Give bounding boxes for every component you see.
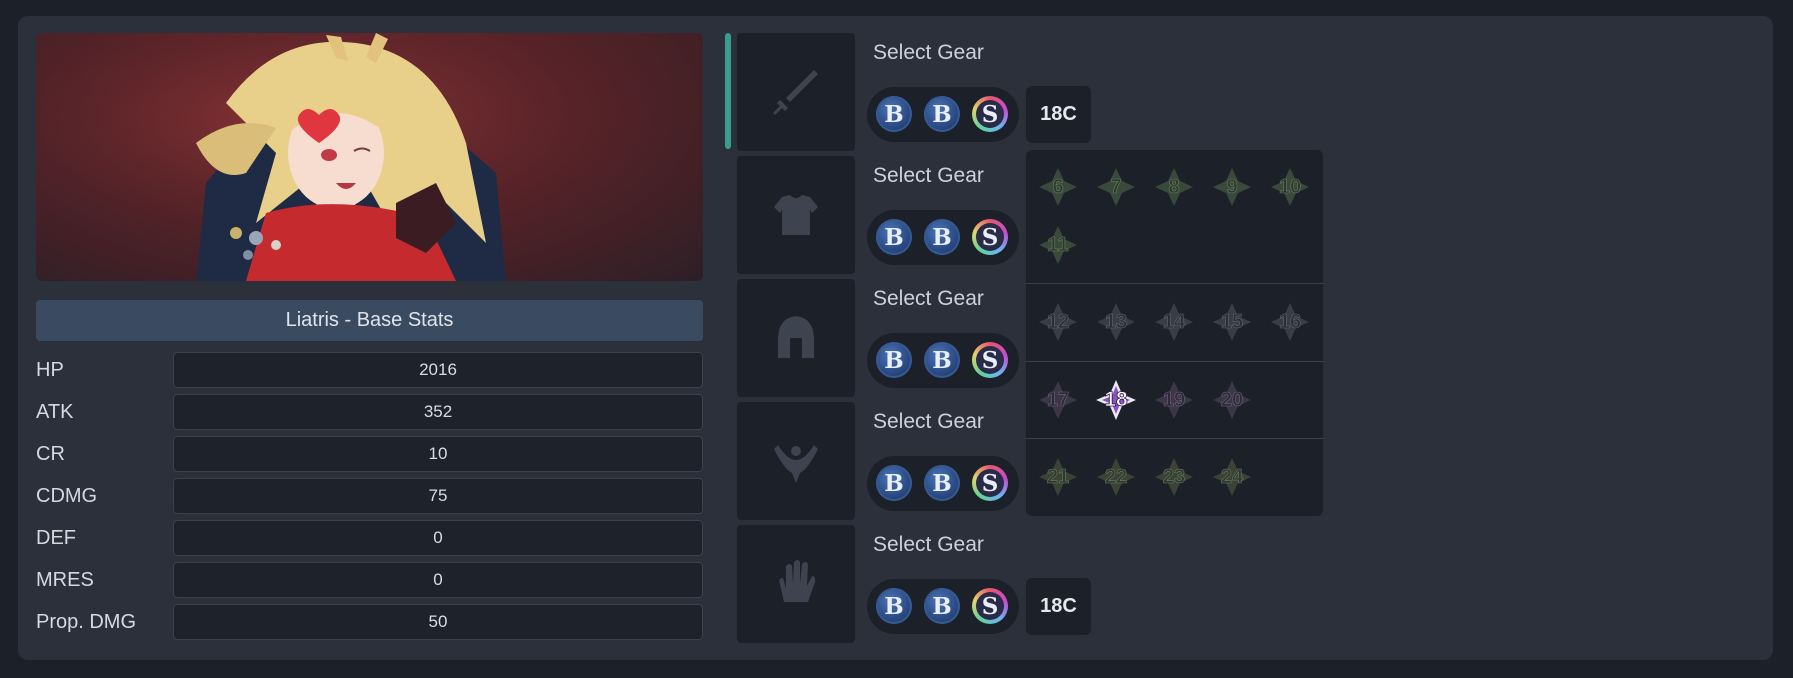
- gear-coin-b[interactable]: B: [876, 588, 912, 624]
- helmet-icon: [778, 316, 814, 358]
- level-option[interactable]: 17: [1038, 380, 1078, 420]
- gear-slot-weapon[interactable]: [737, 33, 855, 151]
- gear-level-badge-weapon[interactable]: 18C: [1026, 86, 1091, 143]
- level-option[interactable]: 15: [1212, 302, 1252, 342]
- stat-row-atk: ATK 352: [36, 394, 703, 430]
- level-option[interactable]: 20: [1212, 380, 1252, 420]
- gear-coin-label: S: [976, 100, 1004, 128]
- stat-row-mres: MRES 0: [36, 562, 703, 598]
- stat-row-hp: HP 2016: [36, 352, 703, 388]
- stat-input-mres[interactable]: 0: [173, 562, 703, 598]
- gear-coin-b[interactable]: B: [924, 219, 960, 255]
- gear-level-badge-gloves[interactable]: 18C: [1026, 578, 1091, 635]
- gear-coin-s[interactable]: S: [972, 465, 1008, 501]
- gear-coin-s[interactable]: S: [972, 219, 1008, 255]
- character-portrait: [36, 33, 703, 281]
- gear-title-weapon[interactable]: Select Gear: [873, 41, 984, 65]
- level-option[interactable]: 14: [1154, 302, 1194, 342]
- level-option[interactable]: 6: [1038, 167, 1078, 207]
- gear-coin-b[interactable]: B: [876, 219, 912, 255]
- stat-label: ATK: [36, 401, 74, 423]
- stat-row-def: DEF 0: [36, 520, 703, 556]
- gear-level-dropdown: 6 7 8 9 10 11 12 13 14 15 16 17 18 19 20…: [1026, 150, 1323, 516]
- armor-icon: [774, 195, 818, 235]
- gear-set-selector-gloves[interactable]: B B S: [867, 579, 1019, 634]
- gear-coin-s[interactable]: S: [972, 588, 1008, 624]
- stat-input-prop-dmg[interactable]: 50: [173, 604, 703, 640]
- stat-input-hp[interactable]: 2016: [173, 352, 703, 388]
- gear-title-armor[interactable]: Select Gear: [873, 164, 984, 188]
- level-option[interactable]: 8: [1154, 167, 1194, 207]
- stat-label: CR: [36, 443, 65, 465]
- gear-set-selector-weapon[interactable]: B B S: [867, 87, 1019, 142]
- gear-slot-armor[interactable]: [737, 156, 855, 274]
- gear-coin-b[interactable]: B: [924, 465, 960, 501]
- gear-coin-b[interactable]: B: [924, 342, 960, 378]
- gear-slot-helmet[interactable]: [737, 279, 855, 397]
- gear-title-helmet[interactable]: Select Gear: [873, 287, 984, 311]
- level-option[interactable]: 11: [1038, 225, 1078, 265]
- gear-coin-b[interactable]: B: [876, 96, 912, 132]
- stat-input-cr[interactable]: 10: [173, 436, 703, 472]
- level-option[interactable]: 19: [1154, 380, 1194, 420]
- gear-coin-b[interactable]: B: [924, 588, 960, 624]
- level-option-selected[interactable]: 18: [1096, 380, 1136, 420]
- level-option[interactable]: 10: [1270, 167, 1310, 207]
- stat-label: DEF: [36, 527, 76, 549]
- gear-title-gloves[interactable]: Select Gear: [873, 533, 984, 557]
- dropdown-divider: [1026, 438, 1323, 439]
- level-option[interactable]: 12: [1038, 302, 1078, 342]
- character-panel: Liatris - Base Stats HP 2016 ATK 352 CR …: [18, 16, 1773, 660]
- level-option[interactable]: 9: [1212, 167, 1252, 207]
- sword-icon: [773, 70, 818, 115]
- stat-row-prop-dmg: Prop. DMG 50: [36, 604, 703, 640]
- level-option[interactable]: 13: [1096, 302, 1136, 342]
- level-option[interactable]: 21: [1038, 457, 1078, 497]
- gear-slot-gloves[interactable]: [737, 525, 855, 643]
- gear-coin-label: S: [976, 223, 1004, 251]
- stat-label: MRES: [36, 569, 94, 591]
- stat-input-atk[interactable]: 352: [173, 394, 703, 430]
- gear-coin-b[interactable]: B: [876, 465, 912, 501]
- stat-row-cr: CR 10: [36, 436, 703, 472]
- stat-label: CDMG: [36, 485, 98, 507]
- gear-slot-necklace[interactable]: [737, 402, 855, 520]
- level-option[interactable]: 24: [1212, 457, 1252, 497]
- gear-coin-s[interactable]: S: [972, 96, 1008, 132]
- gear-coin-label: S: [976, 469, 1004, 497]
- dropdown-divider: [1026, 361, 1323, 362]
- gear-set-selector-helmet[interactable]: B B S: [867, 333, 1019, 388]
- glove-icon: [779, 560, 816, 602]
- necklace-icon: [774, 445, 818, 483]
- level-option[interactable]: 23: [1154, 457, 1194, 497]
- stat-label: Prop. DMG: [36, 611, 137, 633]
- gear-title-necklace[interactable]: Select Gear: [873, 410, 984, 434]
- level-option[interactable]: 16: [1270, 302, 1310, 342]
- stats-header: Liatris - Base Stats: [36, 300, 703, 341]
- gear-coin-label: S: [976, 346, 1004, 374]
- gear-set-selector-armor[interactable]: B B S: [867, 210, 1019, 265]
- stat-input-cdmg[interactable]: 75: [173, 478, 703, 514]
- level-option[interactable]: 7: [1096, 167, 1136, 207]
- gear-coin-label: S: [976, 592, 1004, 620]
- gear-coin-b[interactable]: B: [876, 342, 912, 378]
- gear-coin-s[interactable]: S: [972, 342, 1008, 378]
- stat-input-def[interactable]: 0: [173, 520, 703, 556]
- dropdown-divider: [1026, 283, 1323, 284]
- gear-set-selector-necklace[interactable]: B B S: [867, 456, 1019, 511]
- gear-coin-b[interactable]: B: [924, 96, 960, 132]
- stat-row-cdmg: CDMG 75: [36, 478, 703, 514]
- level-option[interactable]: 22: [1096, 457, 1136, 497]
- stat-label: HP: [36, 359, 64, 381]
- selected-slot-indicator: [725, 33, 731, 149]
